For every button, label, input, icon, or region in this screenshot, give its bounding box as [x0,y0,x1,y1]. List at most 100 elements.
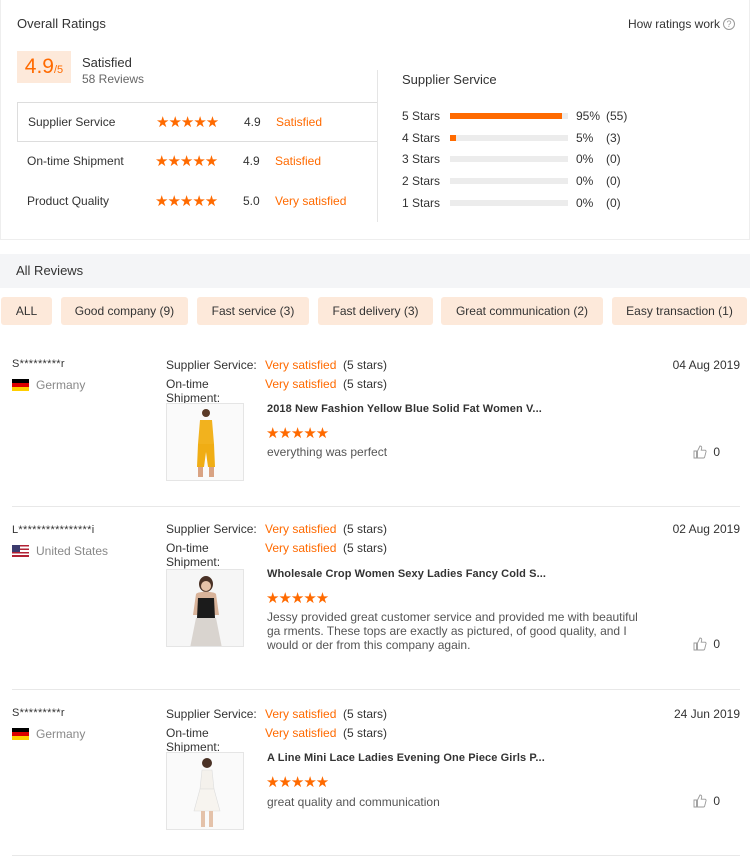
review-item: S*********r Germany Supplier Service: Ve… [12,341,740,507]
distribution-bar-fill [450,135,456,141]
rating-value: 4.9 [244,115,261,129]
like-button[interactable]: 0 [693,794,720,808]
product-title[interactable]: 2018 New Fashion Yellow Blue Solid Fat W… [267,403,542,415]
like-count: 0 [713,637,720,651]
like-button[interactable]: 0 [693,637,720,651]
product-image-icon [167,570,243,646]
product-thumbnail[interactable] [166,752,244,830]
how-ratings-work-link[interactable]: How ratings work ? [628,17,735,31]
on-time-shipment-label: On-time Shipment: [166,541,221,569]
star-rating-icons: ★★★★★ [156,113,219,131]
reviewer-country: Germany [12,378,85,392]
distribution-row: 5 Stars 95% (55) [402,109,636,123]
thumbs-up-icon [693,794,707,808]
product-star-icons: ★★★★★ [266,590,329,607]
rating-name: Product Quality [27,194,110,208]
reviewer-name: L****************i [12,524,95,536]
product-title[interactable]: A Line Mini Lace Ladies Evening One Piec… [267,752,545,764]
distribution-row: 3 Stars 0% (0) [402,152,636,166]
overall-ratings-title: Overall Ratings [17,16,106,31]
star-rating-icons: ★★★★★ [155,192,218,210]
distribution-bar-fill [450,113,563,119]
review-text: everything was perfect [267,445,388,459]
distribution-label: 4 Stars [402,131,441,145]
distribution-row: 1 Stars 0% (0) [402,196,636,210]
filter-chip-great-communication[interactable]: Great communication (2) [441,297,603,325]
on-time-shipment-stars: (5 stars) [343,377,388,391]
filter-chip-good-company[interactable]: Good company (9) [61,297,188,325]
supplier-service-label: Supplier Service: [166,358,257,372]
germany-flag-icon [12,728,29,740]
like-button[interactable]: 0 [693,445,720,459]
overall-score-badge: 4.9 /5 [17,51,71,83]
supplier-service-value: Very satisfied [265,707,337,721]
germany-flag-icon [12,379,29,391]
like-count: 0 [713,445,720,459]
rating-row-product-quality[interactable]: Product Quality ★★★★★ 5.0 Very satisfied [17,181,377,221]
product-image-icon [167,404,243,480]
supplier-service-stars: (5 stars) [343,358,388,372]
supplier-service-line: Supplier Service: Very satisfied (5 star… [166,522,387,536]
on-time-shipment-value: Very satisfied [265,377,337,391]
on-time-shipment-label: On-time Shipment: [166,726,221,754]
distribution-row: 2 Stars 0% (0) [402,174,636,188]
distribution-count: (0) [606,196,621,210]
product-image-icon [167,753,243,829]
thumbs-up-icon [693,445,707,459]
country-name: United States [36,544,109,558]
filter-chip-fast-service[interactable]: Fast service (3) [197,297,309,325]
distribution-row: 4 Stars 5% (3) [402,131,636,145]
on-time-shipment-line: On-time Shipment: Very satisfied (5 star… [166,541,387,569]
distribution-count: (55) [606,109,628,123]
review-text: great quality and communication [267,795,440,809]
on-time-shipment-value: Very satisfied [265,541,337,555]
review-date: 24 Jun 2019 [673,707,740,721]
distribution-bar [450,156,568,162]
rating-word: Very satisfied [275,194,347,208]
distribution-percent: 0% [576,196,594,210]
filter-chip-all[interactable]: ALL [1,297,52,325]
distribution-title: Supplier Service [402,72,497,87]
review-item: S*********r Germany Supplier Service: Ve… [12,690,740,856]
distribution-percent: 5% [576,131,594,145]
distribution-percent: 95% [576,109,601,123]
review-count: 58 Reviews [82,72,145,86]
overall-ratings-panel: Overall Ratings How ratings work ? 4.9 /… [0,0,750,240]
united-states-flag-icon [12,545,29,557]
review-text: Jessy provided great customer service an… [267,610,638,652]
help-icon: ? [723,18,735,30]
rating-word: Satisfied [275,154,322,168]
rating-name: Supplier Service [28,115,116,129]
distribution-bar [450,113,568,119]
product-star-icons: ★★★★★ [266,774,329,791]
product-title[interactable]: Wholesale Crop Women Sexy Ladies Fancy C… [267,568,546,580]
supplier-service-stars: (5 stars) [343,522,388,536]
rating-row-supplier-service[interactable]: Supplier Service ★★★★★ 4.9 Satisfied [17,102,377,142]
star-rating-icons: ★★★★★ [155,152,218,170]
on-time-shipment-label: On-time Shipment: [166,377,221,405]
supplier-service-line: Supplier Service: Very satisfied (5 star… [166,358,387,372]
supplier-service-stars: (5 stars) [343,707,388,721]
reviewer-country: Germany [12,727,85,741]
all-reviews-header: All Reviews [0,254,750,288]
filter-chip-fast-delivery[interactable]: Fast delivery (3) [318,297,433,325]
filter-chip-easy-transaction[interactable]: Easy transaction (1) [612,297,747,325]
distribution-bar [450,200,568,206]
distribution-count: (0) [606,152,621,166]
reviewer-name: S*********r [12,358,65,370]
supplier-service-value: Very satisfied [265,358,337,372]
how-ratings-work-label: How ratings work [627,17,720,31]
distribution-label: 5 Stars [402,109,441,123]
distribution-bar [450,178,568,184]
on-time-shipment-stars: (5 stars) [343,726,388,740]
distribution-percent: 0% [576,174,594,188]
reviewer-country: United States [12,544,108,558]
supplier-service-label: Supplier Service: [166,522,257,536]
product-thumbnail[interactable] [166,569,244,647]
rating-row-on-time-shipment[interactable]: On-time Shipment ★★★★★ 4.9 Satisfied [17,141,377,181]
thumbs-up-icon [693,637,707,651]
product-thumbnail[interactable] [166,403,244,481]
distribution-label: 1 Stars [402,196,441,210]
distribution-percent: 0% [576,152,594,166]
review-date: 02 Aug 2019 [672,522,740,536]
